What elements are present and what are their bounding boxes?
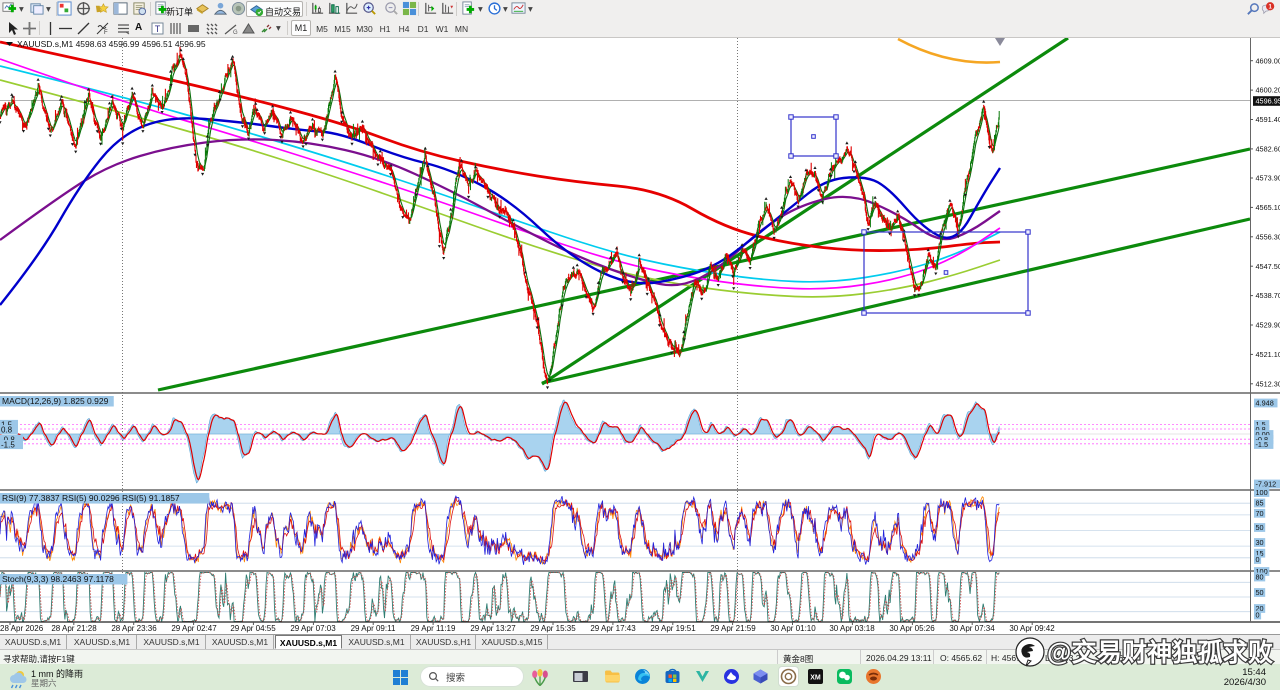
- svg-text:29 Apr 09:11: 29 Apr 09:11: [351, 624, 396, 633]
- svg-text:4600.20: 4600.20: [1256, 86, 1280, 95]
- svg-text:29 Apr 21:59: 29 Apr 21:59: [710, 624, 756, 633]
- svg-text:4609.00: 4609.00: [1256, 56, 1280, 65]
- svg-text:70: 70: [1256, 509, 1264, 518]
- svg-text:0.8: 0.8: [1, 425, 13, 434]
- svg-text:30 Apr 07:34: 30 Apr 07:34: [949, 624, 995, 633]
- svg-text:-1.5: -1.5: [1, 440, 15, 449]
- svg-text:4556.30: 4556.30: [1256, 232, 1280, 241]
- svg-text:T: T: [155, 24, 161, 34]
- svg-text:50: 50: [1256, 523, 1264, 532]
- svg-text:29 Apr 13:27: 29 Apr 13:27: [470, 624, 516, 633]
- svg-text:4582.60: 4582.60: [1256, 145, 1280, 154]
- svg-text:4.948: 4.948: [1256, 399, 1274, 408]
- svg-text:28 Apr 21:28: 28 Apr 21:28: [51, 624, 97, 633]
- svg-text:@交易财神独孤求败: @交易财神独孤求败: [1047, 638, 1273, 667]
- svg-text:4529.90: 4529.90: [1256, 321, 1280, 330]
- svg-text:4521.10: 4521.10: [1256, 350, 1280, 359]
- svg-text:XAUUSD.s,M1 4598.63 4596.99 4: XAUUSD.s,M1 4598.63 4596.99 4596.51 4596…: [17, 39, 206, 49]
- svg-text:29 Apr 17:43: 29 Apr 17:43: [590, 624, 636, 633]
- svg-text:0: 0: [1256, 611, 1260, 620]
- svg-text:85: 85: [1256, 499, 1264, 508]
- svg-text:F: F: [104, 30, 108, 36]
- svg-text:29 Apr 07:03: 29 Apr 07:03: [290, 624, 336, 633]
- svg-text:XM: XM: [810, 675, 821, 682]
- svg-text:4538.70: 4538.70: [1256, 291, 1280, 300]
- svg-text:4573.90: 4573.90: [1256, 174, 1280, 183]
- svg-text:0: 0: [1256, 555, 1260, 564]
- svg-text:30 Apr 03:18: 30 Apr 03:18: [829, 624, 875, 633]
- svg-text:4565.10: 4565.10: [1256, 203, 1280, 212]
- svg-text:30: 30: [1256, 538, 1264, 547]
- svg-text:4596.95: 4596.95: [1256, 97, 1280, 106]
- svg-text:29 Apr 02:47: 29 Apr 02:47: [171, 624, 217, 633]
- svg-text:G: G: [233, 30, 238, 36]
- svg-text:-1.5: -1.5: [1256, 440, 1269, 449]
- svg-text:28 Apr 2026: 28 Apr 2026: [0, 624, 44, 633]
- svg-text:29 Apr 15:35: 29 Apr 15:35: [530, 624, 576, 633]
- svg-text:RSI(9) 77.3837 RSI(5) 90.0296: RSI(9) 77.3837 RSI(5) 90.0296 RSI(5) 91.…: [2, 493, 180, 503]
- svg-text:4591.40: 4591.40: [1256, 115, 1280, 124]
- svg-text:4512.30: 4512.30: [1256, 379, 1280, 388]
- svg-text:100: 100: [1256, 488, 1268, 497]
- svg-text:28 Apr 23:36: 28 Apr 23:36: [111, 624, 157, 633]
- svg-text:4547.50: 4547.50: [1256, 262, 1280, 271]
- svg-text:50: 50: [1256, 588, 1264, 597]
- svg-text:30 Apr 01:10: 30 Apr 01:10: [770, 624, 816, 633]
- svg-text:MACD(12,26,9) 1.825 0.929: MACD(12,26,9) 1.825 0.929: [2, 396, 109, 406]
- svg-text:30 Apr 05:26: 30 Apr 05:26: [889, 624, 935, 633]
- svg-text:Stoch(9,3,3) 98.2463 97.1178: Stoch(9,3,3) 98.2463 97.1178: [2, 574, 114, 584]
- svg-text:29 Apr 11:19: 29 Apr 11:19: [411, 624, 456, 633]
- svg-text:29 Apr 19:51: 29 Apr 19:51: [650, 624, 696, 633]
- svg-text:80: 80: [1256, 573, 1264, 582]
- svg-text:29 Apr 04:55: 29 Apr 04:55: [230, 624, 276, 633]
